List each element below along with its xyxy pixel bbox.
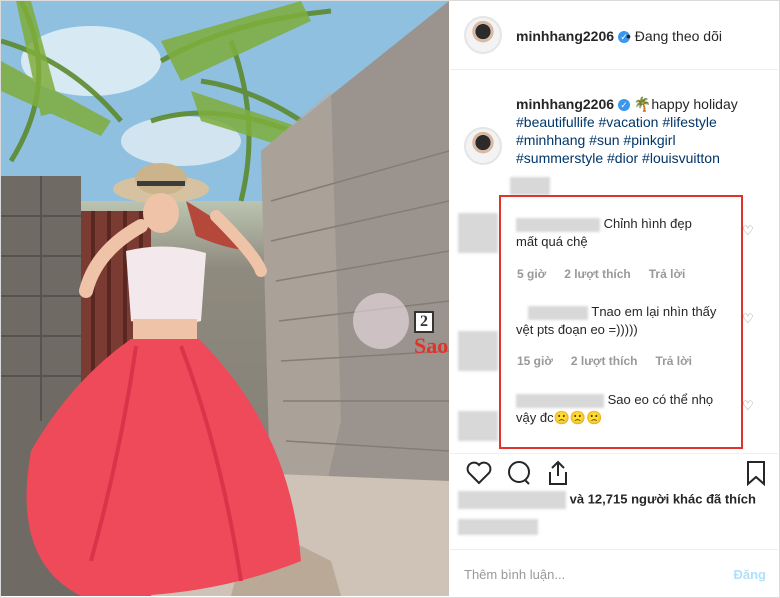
comment-like-heart-icon[interactable]: ♡ [742, 224, 754, 237]
hashtags-line-1[interactable]: #beautifullife #vacation #lifestyle [516, 114, 717, 130]
add-comment-bar: Thêm bình luận... Đăng [450, 549, 778, 598]
blurred-avatar [458, 213, 498, 253]
post-photo[interactable]: 2Sao [1, 1, 449, 596]
caption-username[interactable]: minhhang2206 [516, 96, 614, 112]
blurred-timestamp [458, 519, 538, 535]
blurred-avatar [510, 177, 550, 195]
highlight-box [499, 195, 743, 449]
username[interactable]: minhhang2206 [516, 28, 614, 44]
post-comment-button[interactable]: Đăng [734, 567, 767, 582]
blurred-liker [458, 491, 566, 509]
likes-text: và 12,715 người khác đã thích [569, 491, 756, 507]
follow-status[interactable]: • Đang theo dõi [626, 28, 722, 44]
likes-summary[interactable]: và 12,715 người khác đã thích [458, 491, 756, 509]
share-icon[interactable] [546, 460, 570, 486]
blurred-avatar [458, 331, 498, 371]
post-header: minhhang2206 ✓ • Đang theo dõi [450, 1, 778, 70]
like-heart-icon[interactable] [466, 461, 492, 485]
hashtags-line-2[interactable]: #minhhang #sun #pinkgirl [516, 132, 676, 148]
bookmark-icon[interactable] [746, 460, 766, 486]
avatar[interactable] [464, 16, 502, 54]
hashtags-line-3[interactable]: #summerstyle #dior #louisvuitton [516, 150, 720, 166]
verified-badge-icon: ✓ [618, 99, 631, 112]
caption-text: 🌴happy holiday [633, 96, 738, 112]
comment-bubble-icon[interactable] [506, 460, 532, 486]
site-watermark: 2Sao [414, 311, 449, 358]
comment-like-heart-icon[interactable]: ♡ [742, 312, 754, 325]
caption-avatar[interactable] [464, 127, 502, 165]
post-caption: minhhang2206 ✓ 🌴happy holiday #beautifull… [516, 95, 766, 167]
blurred-avatar [458, 411, 498, 441]
photo-illustration [1, 1, 449, 596]
header-user[interactable]: minhhang2206 ✓ [516, 28, 631, 46]
comment-like-heart-icon[interactable]: ♡ [742, 399, 754, 412]
post-action-bar [450, 453, 778, 494]
add-comment-input[interactable]: Thêm bình luận... [464, 567, 565, 582]
